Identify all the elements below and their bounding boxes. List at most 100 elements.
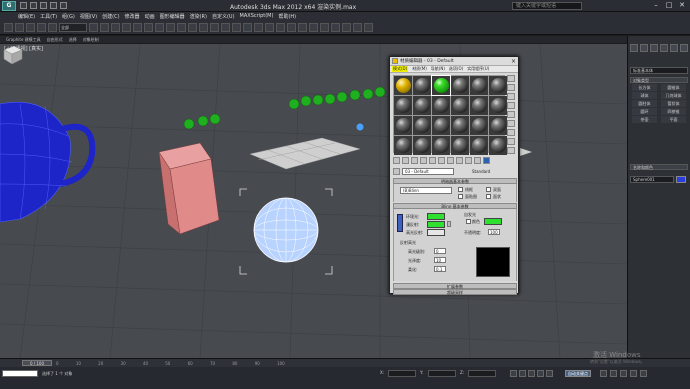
menu-maxscript[interactable]: MAXScript(M): [240, 13, 274, 19]
open-file-icon[interactable]: [30, 2, 37, 9]
hierarchy-tab-icon[interactable]: [650, 44, 658, 52]
menu-animation[interactable]: 动画: [145, 13, 155, 20]
opacity-spinner[interactable]: 100: [488, 229, 500, 235]
keyboard-shortcut-icon[interactable]: [199, 22, 208, 32]
select-scale-icon[interactable]: [155, 22, 164, 32]
reset-map-icon[interactable]: [420, 157, 427, 164]
sample-uv-tiling-icon[interactable]: [507, 102, 515, 109]
small-blue-sphere[interactable]: [356, 123, 364, 131]
maximize-button[interactable]: □: [663, 1, 675, 10]
menu-group[interactable]: 组(G): [62, 13, 75, 20]
sample-slot[interactable]: [489, 116, 507, 135]
box-object[interactable]: [158, 142, 220, 235]
sample-slot[interactable]: [489, 96, 507, 115]
curve-editor-icon[interactable]: [309, 22, 318, 32]
save-file-icon[interactable]: [40, 2, 47, 9]
rendered-frame-icon[interactable]: [353, 22, 362, 32]
reference-coord-icon[interactable]: [166, 22, 175, 32]
manipulate-icon[interactable]: [188, 22, 197, 32]
box-button[interactable]: 长方体: [632, 84, 657, 91]
perspective-viewport[interactable]: [+] [透视] [真实]: [0, 44, 627, 358]
show-shaded-icon[interactable]: [456, 157, 463, 164]
diffuse-map-button[interactable]: [447, 221, 451, 227]
material-type-button[interactable]: Standard: [472, 169, 490, 174]
tab-object-paint[interactable]: 对象绘制: [83, 37, 99, 43]
select-by-name-icon[interactable]: [100, 22, 109, 32]
sample-slot[interactable]: [413, 116, 431, 135]
window-crossing-icon[interactable]: [122, 22, 131, 32]
name-color-rollout[interactable]: 名称和颜色: [630, 164, 688, 170]
x-coord-field[interactable]: [388, 370, 416, 377]
sample-slot[interactable]: [413, 136, 431, 155]
video-color-check-icon[interactable]: [507, 111, 515, 118]
viewcube-icon[interactable]: [0, 44, 24, 66]
mat-menu-options[interactable]: 选项(O): [449, 66, 463, 72]
select-rotate-icon[interactable]: [144, 22, 153, 32]
redo-toolbar-icon[interactable]: [15, 22, 24, 32]
teapot-object[interactable]: [0, 101, 96, 223]
material-editor-icon[interactable]: [331, 22, 340, 32]
sample-slot[interactable]: [470, 136, 488, 155]
sample-slot[interactable]: [489, 136, 507, 155]
pivot-center-icon[interactable]: [177, 22, 186, 32]
menu-customize[interactable]: 自定义(U): [212, 13, 235, 20]
glossiness-spinner[interactable]: 10: [434, 257, 446, 263]
object-name-field[interactable]: Sphere001: [630, 176, 674, 183]
sample-slot[interactable]: [394, 96, 412, 115]
selection-filter-dropdown[interactable]: 全部: [59, 22, 87, 32]
object-color-swatch[interactable]: [676, 176, 686, 183]
torus-button[interactable]: 圆环: [632, 108, 657, 115]
sample-slot[interactable]: [413, 76, 431, 95]
material-editor-close-icon[interactable]: ×: [511, 58, 516, 65]
mat-menu-modes[interactable]: 模式(D): [392, 66, 409, 72]
zoom-icon[interactable]: [600, 370, 607, 377]
motion-tab-icon[interactable]: [660, 44, 668, 52]
utilities-tab-icon[interactable]: [680, 44, 688, 52]
undo-icon[interactable]: [50, 2, 57, 9]
render-production-icon[interactable]: [364, 22, 373, 32]
selected-sphere-object[interactable]: [239, 188, 333, 275]
select-move-icon[interactable]: [133, 22, 142, 32]
sample-slot[interactable]: [394, 136, 412, 155]
close-button[interactable]: ✕: [676, 1, 688, 10]
spinner-snap-icon[interactable]: [243, 22, 252, 32]
next-frame-icon[interactable]: [537, 370, 544, 377]
sample-slot[interactable]: [451, 116, 469, 135]
bind-space-warp-icon[interactable]: [48, 22, 57, 32]
sample-slot[interactable]: [432, 116, 450, 135]
sample-slot[interactable]: [489, 76, 507, 95]
graphite-toggle-icon[interactable]: [298, 22, 307, 32]
background-icon[interactable]: [507, 93, 515, 100]
sample-slot[interactable]: [451, 76, 469, 95]
make-unique-icon[interactable]: [429, 157, 436, 164]
select-object-icon[interactable]: [89, 22, 98, 32]
pan-icon[interactable]: [610, 370, 617, 377]
sample-slot[interactable]: [451, 96, 469, 115]
ambient-color-swatch[interactable]: [427, 213, 445, 220]
object-type-rollout[interactable]: 对象类型: [630, 77, 688, 83]
tab-graphite[interactable]: Graphite 建模工具: [6, 37, 41, 43]
mat-menu-navigation[interactable]: 导航(N): [431, 66, 445, 72]
menu-modifiers[interactable]: 修改器: [125, 13, 140, 20]
percent-snap-icon[interactable]: [232, 22, 241, 32]
mirror-icon[interactable]: [265, 22, 274, 32]
cone-button[interactable]: 圆锥体: [661, 84, 686, 91]
mat-menu-material[interactable]: 材质(M): [412, 66, 427, 72]
backlight-icon[interactable]: [507, 84, 515, 91]
tube-button[interactable]: 管状体: [661, 100, 686, 107]
snap-toggle-icon[interactable]: [210, 22, 219, 32]
undo-toolbar-icon[interactable]: [4, 22, 13, 32]
sample-slot[interactable]: [470, 116, 488, 135]
supersampling-rollout[interactable]: 超级采样: [393, 289, 517, 295]
align-icon[interactable]: [276, 22, 285, 32]
sphere-button[interactable]: 球体: [632, 92, 657, 99]
maxscript-listener-field[interactable]: [2, 370, 38, 377]
put-to-scene-icon[interactable]: [402, 157, 409, 164]
selection-region-icon[interactable]: [111, 22, 120, 32]
material-name-field[interactable]: 03 - Default: [402, 167, 454, 175]
material-id-icon[interactable]: [447, 157, 454, 164]
tab-freeform[interactable]: 自由形式: [47, 37, 63, 43]
show-end-result-icon[interactable]: [465, 157, 472, 164]
sample-slot[interactable]: [451, 136, 469, 155]
go-to-parent-icon[interactable]: [474, 157, 481, 164]
